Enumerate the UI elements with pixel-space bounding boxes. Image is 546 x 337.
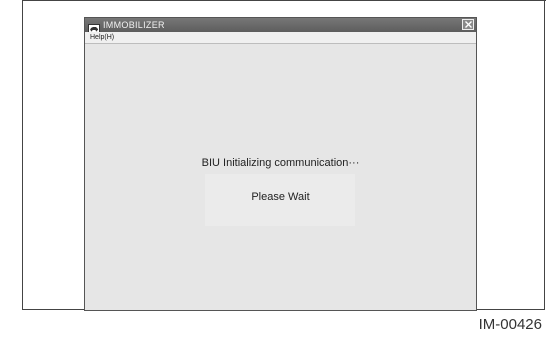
figure-border-top — [22, 0, 546, 1]
window-content: BIU Initializing communication··· Please… — [85, 44, 476, 310]
manual-figure: IMMOBILIZER Help(H) BIU Initializing com… — [0, 0, 546, 337]
figure-id: IM-00426 — [478, 316, 542, 333]
menu-bar: Help(H) — [85, 32, 476, 44]
car-icon — [88, 20, 100, 33]
title-bar[interactable]: IMMOBILIZER — [85, 18, 476, 33]
close-button[interactable] — [462, 19, 474, 30]
window-title: IMMOBILIZER — [103, 20, 165, 30]
menu-item-help[interactable]: Help(H) — [90, 32, 114, 43]
figure-border-left — [22, 0, 23, 310]
immobilizer-window: IMMOBILIZER Help(H) BIU Initializing com… — [84, 17, 477, 311]
wait-message: Please Wait — [251, 191, 310, 203]
status-message: BIU Initializing communication··· — [201, 157, 360, 169]
figure-border-right — [544, 0, 545, 310]
close-icon — [465, 21, 472, 28]
